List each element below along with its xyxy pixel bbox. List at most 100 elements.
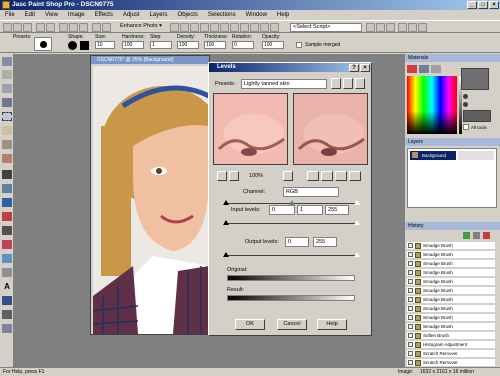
eye-icon[interactable] bbox=[408, 351, 413, 356]
eye-icon[interactable] bbox=[408, 288, 413, 293]
hardness-field[interactable]: 100 bbox=[122, 41, 144, 49]
menu-item-window[interactable]: Window bbox=[241, 10, 272, 20]
zoom-tool-icon[interactable] bbox=[2, 70, 12, 79]
input-low-field[interactable]: 0 bbox=[269, 205, 295, 215]
toolbar-icon-8[interactable] bbox=[240, 23, 249, 32]
eraser-icon[interactable] bbox=[2, 226, 12, 235]
levels-close-button[interactable]: × bbox=[360, 64, 370, 72]
eye-icon[interactable] bbox=[408, 261, 413, 266]
frame-tab-icon[interactable] bbox=[407, 65, 417, 73]
menu-item-view[interactable]: View bbox=[40, 10, 63, 20]
eye-icon[interactable] bbox=[408, 324, 413, 329]
selection-tool-icon[interactable] bbox=[2, 112, 12, 121]
paste-icon[interactable] bbox=[79, 23, 88, 32]
history-item[interactable]: Scratch Remover bbox=[407, 359, 495, 366]
toolbar-icon-9[interactable] bbox=[250, 23, 259, 32]
ok-button[interactable]: OK bbox=[235, 319, 265, 330]
history-item[interactable]: Smudge Brush bbox=[407, 278, 495, 286]
auto-proof-icon[interactable] bbox=[321, 171, 333, 181]
menu-item-image[interactable]: Image bbox=[63, 10, 90, 20]
output-low-slider[interactable] bbox=[223, 220, 229, 225]
menu-item-objects[interactable]: Objects bbox=[173, 10, 203, 20]
history-item[interactable]: Scratch Remover bbox=[407, 350, 495, 358]
swatches-tab-icon[interactable] bbox=[431, 65, 441, 73]
square-shape-icon[interactable] bbox=[80, 41, 89, 50]
output-low-slider-2[interactable] bbox=[223, 252, 229, 257]
toolbar-icon-1[interactable] bbox=[170, 23, 179, 32]
rotation-field[interactable]: 0 bbox=[232, 41, 254, 49]
eye-icon[interactable] bbox=[408, 270, 413, 275]
toolbar-icon-5[interactable] bbox=[210, 23, 219, 32]
eye-icon[interactable] bbox=[408, 360, 413, 365]
levels-preset-select[interactable]: Lightly tanned skin bbox=[241, 79, 327, 89]
thickness-field[interactable]: 100 bbox=[204, 41, 226, 49]
toolbar-icon-4[interactable] bbox=[200, 23, 209, 32]
record-script-icon[interactable] bbox=[398, 23, 407, 32]
history-item[interactable]: Smudge Brush bbox=[407, 251, 495, 259]
history-item[interactable]: Histogram Adjustment bbox=[407, 341, 495, 349]
magic-wand-icon[interactable] bbox=[2, 126, 12, 135]
randomize-icon[interactable] bbox=[335, 171, 347, 181]
print-icon[interactable] bbox=[36, 23, 45, 32]
output-high-slider-2[interactable] bbox=[354, 252, 360, 257]
move-tool-icon[interactable] bbox=[2, 98, 12, 107]
density-field[interactable]: 100 bbox=[177, 41, 199, 49]
zoom-out-icon[interactable] bbox=[229, 171, 239, 181]
pause-script-icon[interactable] bbox=[408, 23, 417, 32]
reset-preset-icon[interactable] bbox=[331, 78, 341, 89]
history-item[interactable]: Smudge Brush bbox=[407, 305, 495, 313]
run-script-icon[interactable] bbox=[366, 23, 375, 32]
history-item[interactable]: Smudge Brush bbox=[407, 323, 495, 331]
navigate-icon[interactable] bbox=[307, 171, 319, 181]
scanner-icon[interactable] bbox=[46, 23, 55, 32]
history-item[interactable]: Smudge Brush bbox=[407, 296, 495, 304]
input-high-slider[interactable] bbox=[354, 200, 360, 205]
paint-brush-icon[interactable] bbox=[2, 170, 12, 179]
toolbar-icon-10[interactable] bbox=[260, 23, 269, 32]
eye-icon[interactable] bbox=[408, 342, 413, 347]
output-high-slider[interactable] bbox=[354, 220, 360, 225]
toolbar-icon-11[interactable] bbox=[270, 23, 279, 32]
pen-tool-icon[interactable] bbox=[2, 310, 12, 319]
history-delete-icon[interactable] bbox=[483, 232, 490, 239]
redo-icon[interactable] bbox=[102, 23, 111, 32]
text-tool-icon[interactable]: A bbox=[2, 282, 12, 291]
output-low-field[interactable]: 0 bbox=[285, 237, 309, 247]
close-button[interactable]: × bbox=[489, 1, 499, 9]
history-undo-icon[interactable] bbox=[463, 232, 470, 239]
swap-colors-icon[interactable] bbox=[463, 94, 468, 99]
menu-item-file[interactable]: File bbox=[0, 10, 20, 20]
output-high-field[interactable]: 255 bbox=[313, 237, 337, 247]
eye-icon[interactable] bbox=[408, 297, 413, 302]
toolbar-icon-3[interactable] bbox=[190, 23, 199, 32]
layer-properties[interactable] bbox=[458, 151, 494, 160]
brush-preset-icon[interactable] bbox=[34, 37, 52, 51]
proof-icon[interactable] bbox=[283, 171, 293, 181]
history-item[interactable]: Smudge Brush bbox=[407, 269, 495, 277]
opacity-field[interactable]: 100 bbox=[262, 41, 284, 49]
color-replacer-icon[interactable] bbox=[2, 212, 12, 221]
history-item[interactable]: Smudge Brush bbox=[407, 242, 495, 250]
menu-item-help[interactable]: Help bbox=[272, 10, 294, 20]
menu-item-edit[interactable]: Edit bbox=[20, 10, 40, 20]
open-icon[interactable] bbox=[13, 23, 22, 32]
flood-fill-icon[interactable] bbox=[2, 268, 12, 277]
input-gamma-field[interactable]: 1 bbox=[297, 205, 323, 215]
photo-canvas[interactable] bbox=[93, 66, 209, 334]
pan-tool-icon[interactable] bbox=[2, 57, 12, 66]
smudge-brush-icon[interactable] bbox=[2, 198, 12, 207]
sample-merged-checkbox[interactable] bbox=[296, 42, 302, 48]
history-item[interactable]: Soften Brush bbox=[407, 332, 495, 340]
undo-icon[interactable] bbox=[92, 23, 101, 32]
round-shape-icon[interactable] bbox=[68, 41, 77, 50]
new-icon[interactable] bbox=[3, 23, 12, 32]
material-preview[interactable] bbox=[463, 110, 491, 122]
history-item[interactable]: Smudge Brush bbox=[407, 260, 495, 268]
foreground-swatch[interactable] bbox=[461, 68, 489, 90]
help-button[interactable]: Help bbox=[317, 319, 347, 330]
eye-icon[interactable] bbox=[408, 243, 413, 248]
eye-icon[interactable] bbox=[408, 315, 413, 320]
zoom-in-icon[interactable] bbox=[217, 171, 227, 181]
crop-tool-icon[interactable] bbox=[2, 154, 12, 163]
levels-help-icon[interactable]: ? bbox=[349, 64, 359, 72]
